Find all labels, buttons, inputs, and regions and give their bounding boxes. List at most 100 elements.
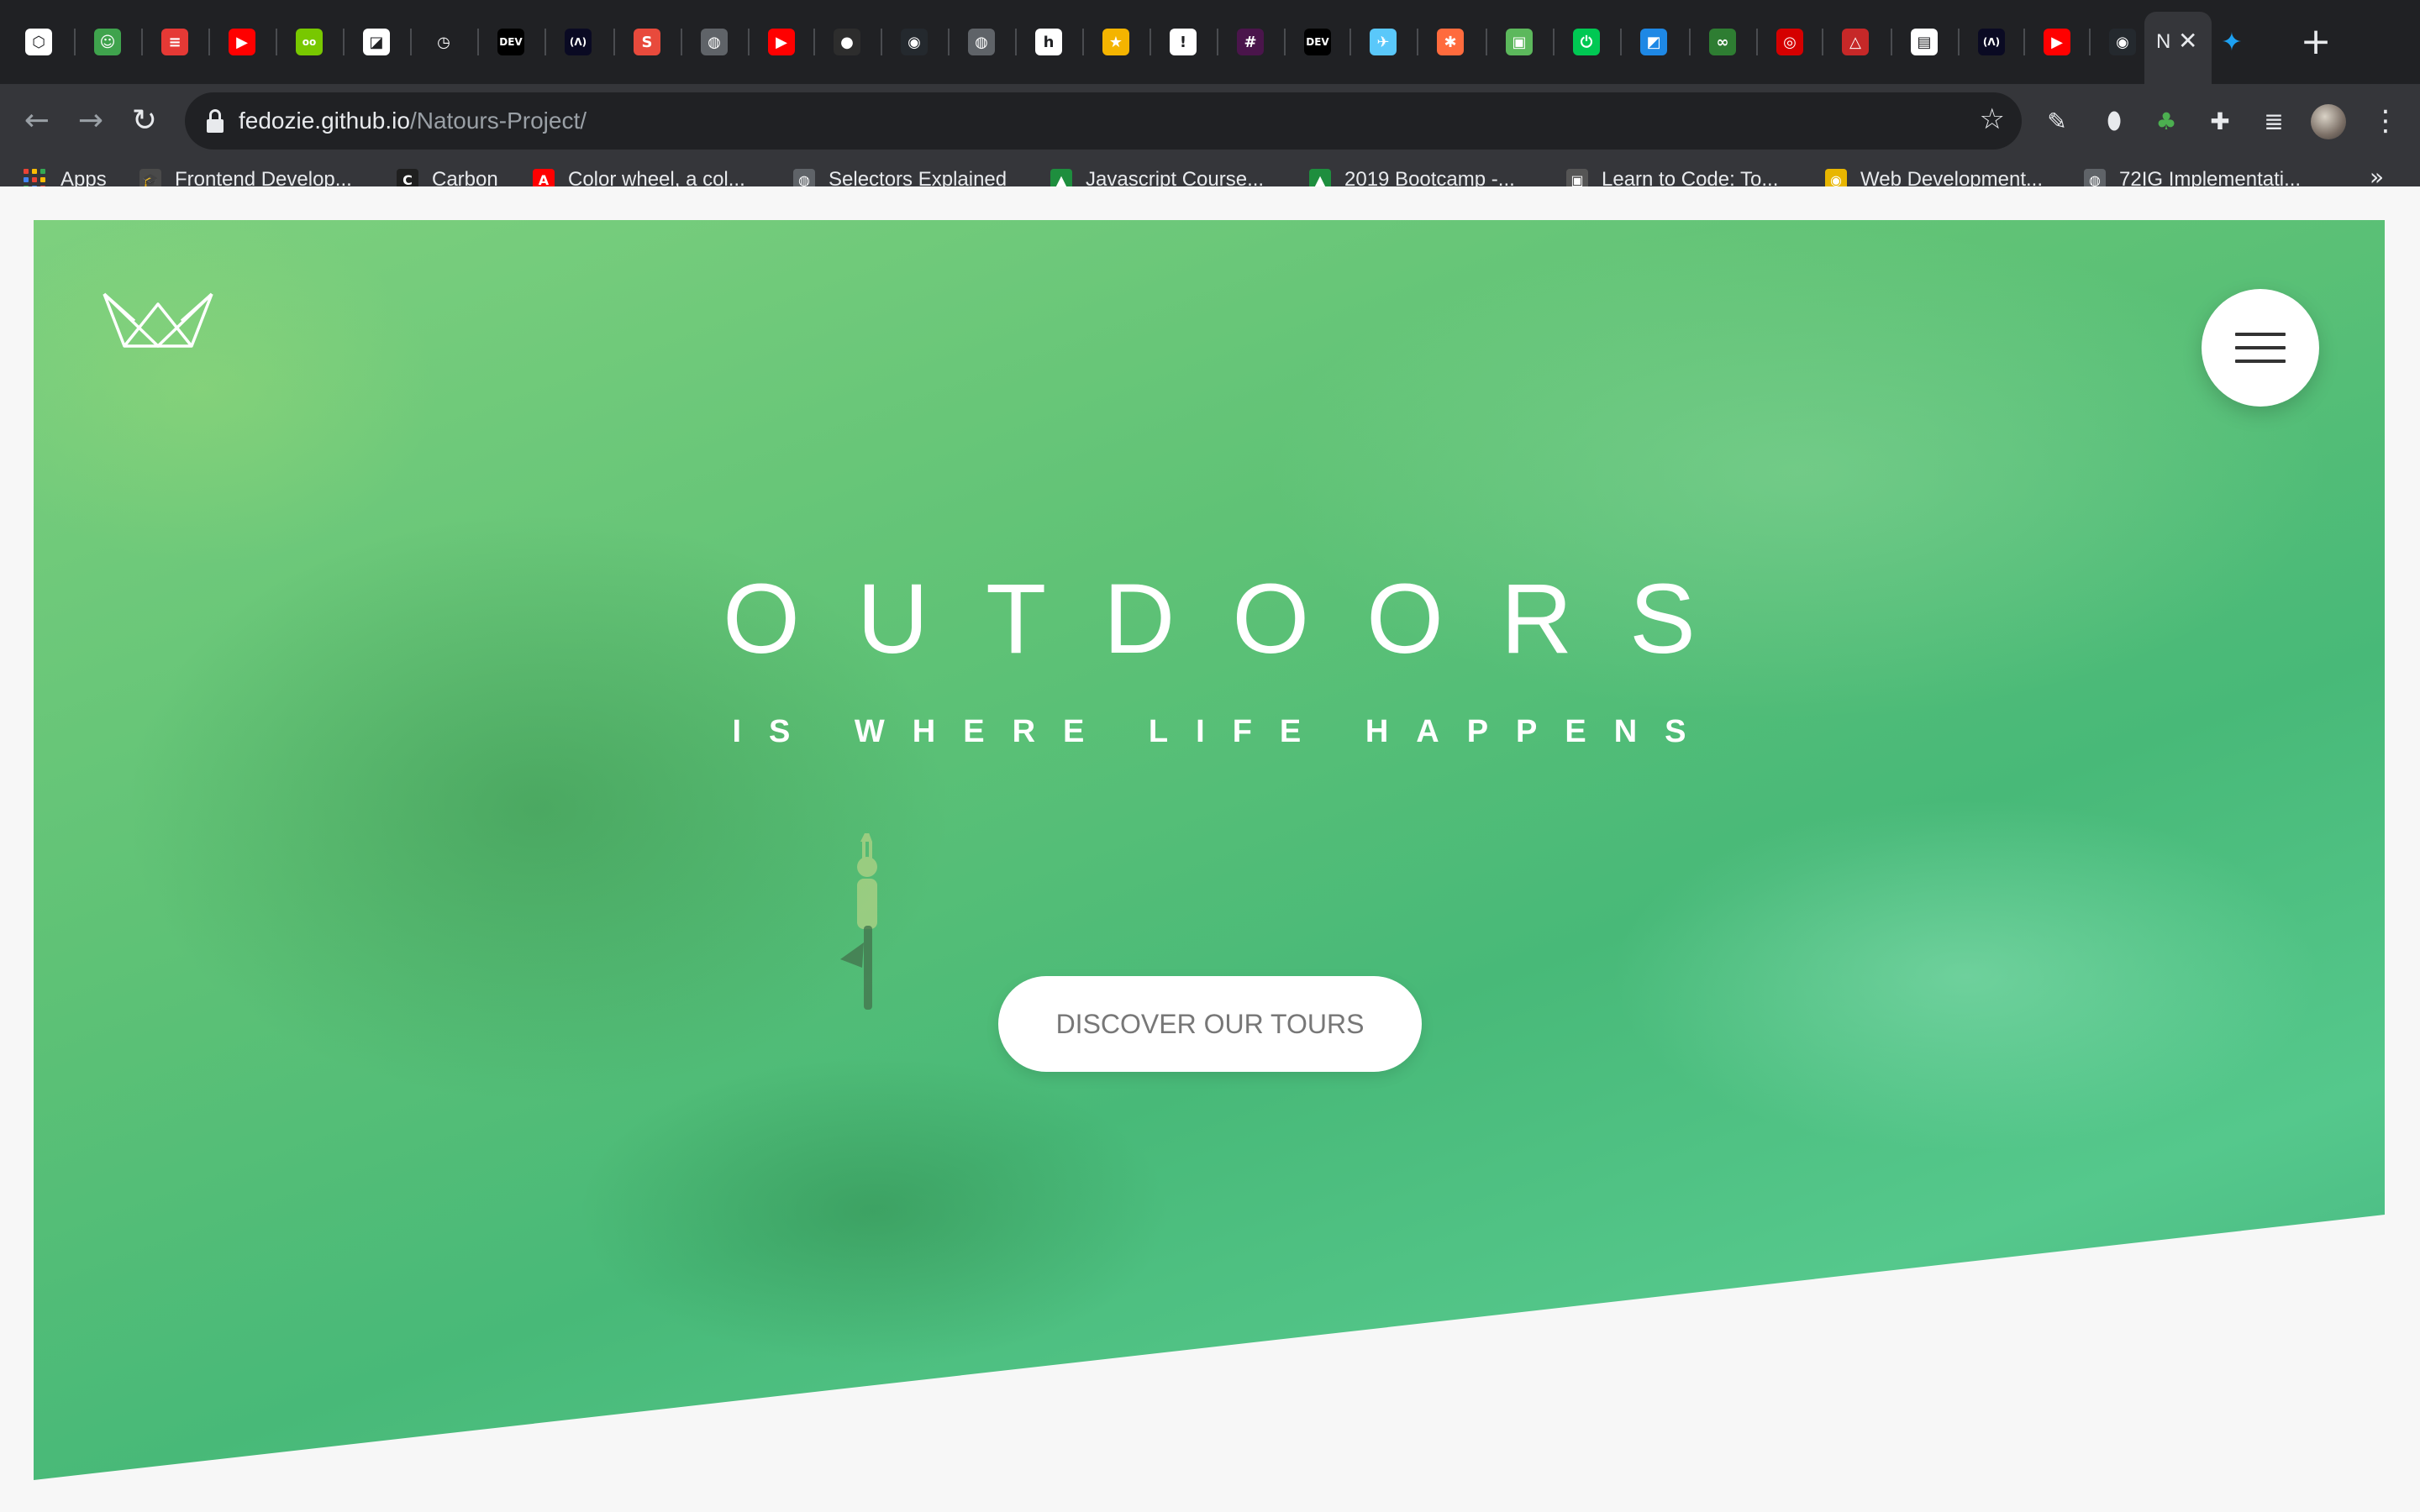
github-icon: ◉	[901, 29, 928, 55]
tab-12[interactable]: ●	[832, 18, 862, 66]
discover-tours-button[interactable]: DISCOVER OUR TOURS	[998, 976, 1422, 1072]
tab-separator	[1486, 29, 1487, 55]
navigation-menu-button[interactable]	[2202, 289, 2319, 407]
freecodecamp-icon: (Λ)	[1978, 29, 2005, 55]
url-text[interactable]: fedozie.github.io/Natours-Project/	[239, 108, 587, 134]
page-viewport: OUTDOORS IS WHERE LIFE HAPPENS DISCOVER …	[0, 186, 2420, 1512]
tab-separator	[410, 29, 412, 55]
speakerdeck-icon: S	[634, 29, 660, 55]
document-icon: ▤	[1911, 29, 1938, 55]
globe-icon: ◍	[968, 29, 995, 55]
reload-button[interactable]: ↻	[123, 99, 166, 143]
tab-strip: N ✕ ✦ + ⬡ ☺ ≡ ▶ oo ◪ ◷ DEV (Λ) S ◍ ▶ ● ◉ ◍ h ★! # DEV ✈ ✱ ▣ ⏻ ◩…	[0, 0, 2420, 84]
codesandbox-icon: ⬡	[25, 29, 52, 55]
tab-0[interactable]: ⬡	[24, 18, 54, 66]
tab-twitter[interactable]: ✦	[2217, 18, 2247, 66]
bookmark-star-icon[interactable]: ☆	[1980, 102, 2005, 136]
tab-separator	[208, 29, 210, 55]
close-tab-icon[interactable]: ✕	[2178, 27, 2197, 55]
tab-separator	[343, 29, 345, 55]
tab-13[interactable]: ◉	[899, 18, 929, 66]
pen-icon[interactable]: ✎	[2039, 102, 2075, 139]
tab-26[interactable]: ◎	[1775, 18, 1805, 66]
tab-25[interactable]: ∞	[1707, 18, 1738, 66]
url-path: /Natours-Project/	[409, 108, 587, 134]
hero-subtitle: IS WHERE LIFE HAPPENS	[732, 714, 1714, 749]
forward-button[interactable]: →	[69, 99, 113, 143]
tab-7[interactable]: DEV	[496, 18, 526, 66]
tree-icon[interactable]: ♣	[2148, 102, 2185, 139]
tab-19[interactable]: DEV	[1302, 18, 1333, 66]
tab-2[interactable]: ≡	[160, 18, 190, 66]
tab-separator	[948, 29, 950, 55]
tab-separator	[1620, 29, 1622, 55]
tab-separator	[1015, 29, 1017, 55]
puzzle-icon[interactable]: ✚	[2202, 102, 2238, 139]
browser-toolbar: ← → ↻ fedozie.github.io/Natours-Project/…	[0, 84, 2420, 203]
tab-separator	[1756, 29, 1758, 55]
tab-separator	[1150, 29, 1151, 55]
dev-icon: DEV	[1304, 29, 1331, 55]
media-queue-icon[interactable]: ≣	[2255, 102, 2292, 139]
tab-1[interactable]: ☺	[92, 18, 123, 66]
photo-icon: ◩	[1640, 29, 1667, 55]
tab-20[interactable]: ✈	[1368, 18, 1398, 66]
hero-header: OUTDOORS IS WHERE LIFE HAPPENS DISCOVER …	[34, 220, 2385, 1480]
tab-separator	[1217, 29, 1218, 55]
infinity-icon: ∞	[1709, 29, 1736, 55]
tab-4[interactable]: oo	[294, 18, 324, 66]
power-icon: ⏻	[1573, 29, 1600, 55]
tab-9[interactable]: S	[632, 18, 662, 66]
app-icon: ▣	[1506, 29, 1533, 55]
tab-separator	[1349, 29, 1351, 55]
mouse-icon[interactable]: ⬮	[2096, 102, 2133, 139]
new-tab-button[interactable]: +	[2294, 20, 2338, 64]
star-icon: ★	[1102, 29, 1129, 55]
tab-separator	[1689, 29, 1691, 55]
bars-icon: ≡	[161, 29, 188, 55]
hamburger-icon	[2235, 333, 2286, 336]
tab-28[interactable]: ▤	[1909, 18, 1939, 66]
tab-16[interactable]: ★	[1101, 18, 1131, 66]
back-button[interactable]: ←	[15, 99, 59, 143]
tab-22[interactable]: ▣	[1504, 18, 1534, 66]
tab-separator	[1958, 29, 1960, 55]
tab-separator	[544, 29, 546, 55]
tab-separator	[2089, 29, 2091, 55]
lock-icon	[207, 109, 224, 133]
tab-6[interactable]: ◷	[429, 18, 459, 66]
tab-separator	[2023, 29, 2025, 55]
dark-circle-icon: ●	[834, 29, 860, 55]
tab-5[interactable]: ◪	[361, 18, 392, 66]
tab-15[interactable]: h	[1034, 18, 1064, 66]
tab-11[interactable]: ▶	[766, 18, 797, 66]
tab-separator	[1082, 29, 1084, 55]
tab-17[interactable]: !	[1168, 18, 1198, 66]
tab-separator	[276, 29, 277, 55]
tab-31[interactable]: ◉	[2107, 18, 2138, 66]
tab-18[interactable]: #	[1235, 18, 1265, 66]
tab-separator	[813, 29, 815, 55]
tab-separator	[1822, 29, 1823, 55]
tab-27[interactable]: △	[1840, 18, 1870, 66]
tab-14[interactable]: ◍	[966, 18, 997, 66]
tab-29[interactable]: (Λ)	[1976, 18, 2007, 66]
tab-10[interactable]: ◍	[699, 18, 729, 66]
froggy-icon: ☺	[94, 29, 121, 55]
tab-3[interactable]: ▶	[227, 18, 257, 66]
active-tab[interactable]: N ✕	[2144, 12, 2212, 84]
angular-icon: △	[1842, 29, 1869, 55]
natours-logo	[103, 292, 213, 348]
youtube-icon: ▶	[229, 29, 255, 55]
tab-21[interactable]: ✱	[1435, 18, 1465, 66]
tab-separator	[1284, 29, 1286, 55]
address-bar[interactable]: fedozie.github.io/Natours-Project/ ☆	[185, 92, 2022, 150]
tab-8[interactable]: (Λ)	[563, 18, 593, 66]
browser-menu-icon[interactable]: ⋮	[2371, 101, 2400, 141]
profile-avatar[interactable]	[2311, 104, 2346, 139]
tab-separator	[748, 29, 750, 55]
tab-24[interactable]: ◩	[1639, 18, 1669, 66]
tab-separator	[141, 29, 143, 55]
tab-30[interactable]: ▶	[2042, 18, 2072, 66]
tab-23[interactable]: ⏻	[1571, 18, 1602, 66]
